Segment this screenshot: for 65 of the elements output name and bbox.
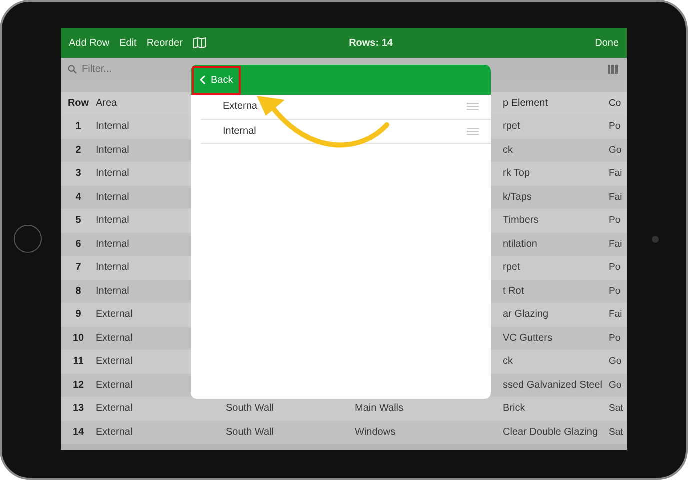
header-cell-text: p Element: [502, 98, 550, 109]
table-cell-text: Windows: [355, 426, 397, 438]
table-cell-text: Go: [609, 144, 623, 156]
table-cell-text: Internal: [96, 144, 130, 156]
row-count: Rows: 14: [349, 38, 393, 48]
row-number: 3: [74, 168, 82, 180]
table-cell-text: Fai: [609, 309, 624, 320]
table-cell-text: External: [96, 332, 134, 344]
table-cell-text: Internal: [96, 215, 130, 226]
table-cell-text: Internal: [96, 262, 130, 274]
table-cell-text: Po: [609, 262, 622, 274]
table-cell-text: Timbers: [502, 215, 540, 226]
row-number: 2: [74, 144, 82, 156]
table-cell-text: Go: [609, 380, 623, 391]
row-number: 8: [74, 286, 82, 297]
table-cell-text: k/Taps: [502, 192, 533, 203]
table-cell-text: External: [96, 309, 134, 320]
table-cell-text: South Wall: [226, 403, 275, 414]
header-cell-text: Area: [96, 98, 118, 109]
header-cell-text: Row: [66, 98, 90, 109]
row-number: 12: [72, 380, 86, 391]
table-cell-text: Internal: [96, 168, 130, 180]
table-cell-text: rpet: [502, 121, 522, 132]
row-number: 5: [74, 215, 82, 226]
row-number: 4: [74, 192, 82, 203]
table-cell-text: Internal: [96, 286, 130, 297]
table-cell-text: Clear Double Glazing: [502, 426, 600, 438]
table-cell-text: rk Top: [502, 168, 532, 180]
table-cell-text: Fai: [609, 238, 624, 250]
table-cell-text: Po: [609, 215, 622, 226]
table-cell-text: External: [96, 380, 134, 391]
table-cell-text: External: [96, 356, 134, 368]
row-number: 1: [74, 121, 82, 132]
table-cell-text: VC Gutters: [502, 332, 554, 344]
table-cell-text: External: [96, 426, 134, 438]
table-cell-text: Go: [609, 356, 623, 368]
header-cell-text: Co: [609, 98, 622, 109]
table-cell-text: South Wall: [226, 426, 275, 438]
row-number: 14: [72, 426, 86, 438]
table-cell-text: ck: [502, 144, 514, 156]
table-cell-text: Internal: [96, 121, 130, 132]
row-number: 13: [72, 403, 86, 414]
row-number: 11: [72, 356, 85, 368]
table-cell-text: t Rot: [502, 286, 526, 297]
table-cell-text: External: [96, 403, 134, 414]
row-number: 10: [72, 332, 86, 344]
table-cell-text: ck: [502, 356, 514, 368]
table-cell-text: Po: [609, 286, 622, 297]
table-cell-text: Sat: [609, 403, 624, 414]
table-cell-text: Internal: [96, 238, 130, 250]
table-cell-text: Sat: [609, 426, 624, 438]
table-cell-text: Main Walls: [355, 403, 405, 414]
row-number: 7: [74, 262, 82, 274]
table-cell-text: Internal: [96, 192, 130, 203]
table-cell-text: Po: [609, 332, 622, 344]
table-cell-text: ssed Galvanized Steel: [502, 380, 604, 391]
row-number: 9: [74, 309, 82, 320]
table-cell-text: Po: [609, 121, 622, 132]
row-number: 6: [74, 238, 82, 250]
table-cell-text: rpet: [502, 262, 522, 274]
table-cell-text: ar Glazing: [502, 309, 550, 320]
table-cell-text: ntilation: [502, 238, 538, 250]
table-cell-text: Fai: [609, 192, 624, 203]
table-cell-text: Brick: [502, 403, 526, 414]
table-cell-text: Fai: [609, 168, 624, 180]
